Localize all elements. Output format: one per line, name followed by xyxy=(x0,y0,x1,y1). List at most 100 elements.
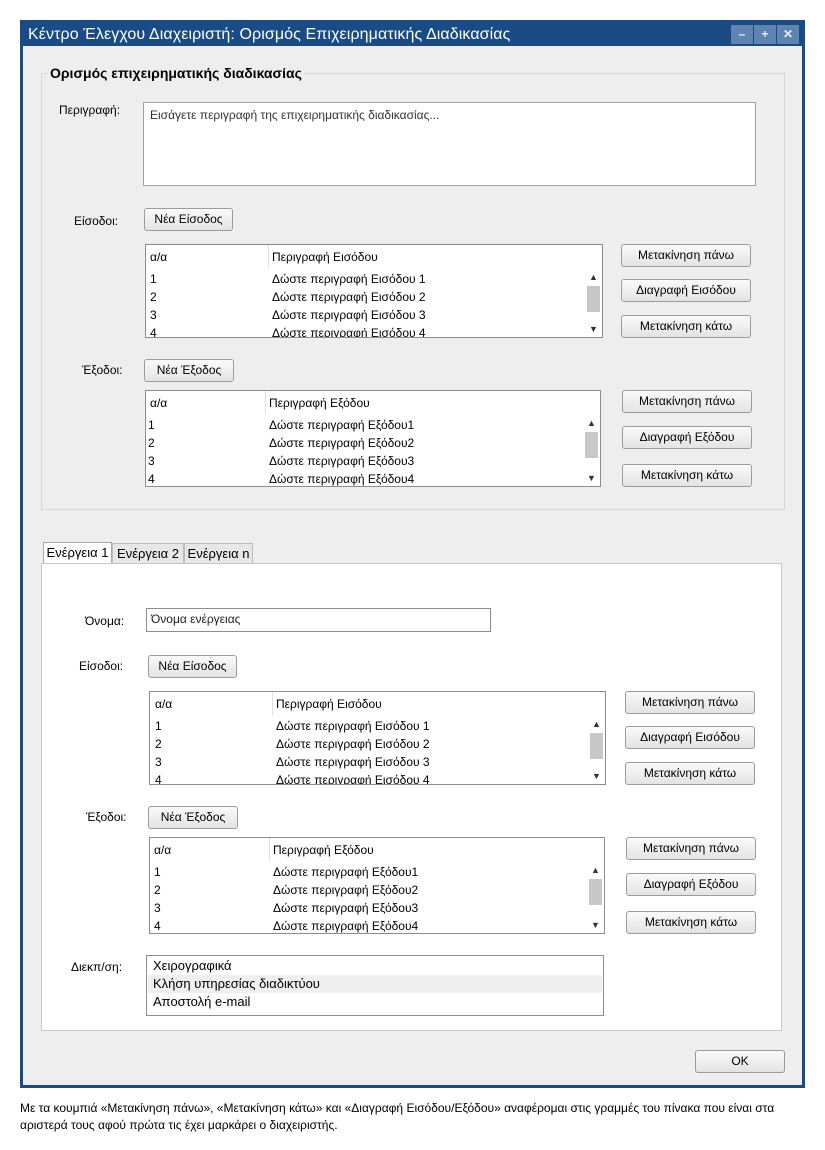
list-item[interactable]: Χειρογραφικά xyxy=(148,957,602,975)
row-index: 3 xyxy=(154,901,161,915)
process-output-move-up-button[interactable]: Μετακίνηση πάνω xyxy=(622,390,752,413)
action-input-delete-button[interactable]: Διαγραφή Εισόδου xyxy=(625,726,755,749)
table-row[interactable]: 3 Δώστε περιγραφή Εξόδου3 xyxy=(146,452,584,470)
process-outputs-label: Έξοδοι: xyxy=(82,363,123,377)
scroll-down-icon[interactable]: ▼ xyxy=(588,919,603,931)
vertical-scrollbar[interactable]: ▲ ▼ xyxy=(588,863,603,932)
table-row[interactable]: 3 Δώστε περιγραφή Εισόδου 3 xyxy=(150,753,589,771)
row-index: 4 xyxy=(150,326,157,338)
interface-listbox[interactable]: Χειρογραφικά Κλήση υπηρεσίας διαδικτύου … xyxy=(146,955,604,1016)
group-title: Ορισμός επιχειρηματικής διαδικασίας xyxy=(48,65,304,81)
row-description: Δώστε περιγραφή Εισόδου 4 xyxy=(272,326,426,338)
title-bar[interactable]: Κέντρο Έλεγχου Διαχειριστή: Ορισμός Επιχ… xyxy=(23,23,802,46)
process-new-input-button[interactable]: Νέα Είσοδος xyxy=(144,208,233,231)
column-divider xyxy=(272,692,273,715)
action-new-output-button[interactable]: Νέα Έξοδος xyxy=(148,806,238,829)
column-divider xyxy=(265,391,266,414)
action-input-move-down-button[interactable]: Μετακίνηση κάτω xyxy=(625,762,755,785)
table-header: α/α Περιγραφή Εισόδου xyxy=(146,245,602,269)
process-output-move-down-button[interactable]: Μετακίνηση κάτω xyxy=(622,464,752,487)
row-index: 1 xyxy=(148,418,155,432)
row-index: 1 xyxy=(154,865,161,879)
table-row[interactable]: 1 Δώστε περιγραφή Εισόδου 1 xyxy=(146,270,586,288)
column-header: α/α xyxy=(155,697,173,711)
process-new-output-button[interactable]: Νέα Έξοδος xyxy=(144,359,234,382)
action-output-move-up-button[interactable]: Μετακίνηση πάνω xyxy=(626,837,756,860)
scroll-down-icon[interactable]: ▼ xyxy=(586,323,601,335)
scroll-down-icon[interactable]: ▼ xyxy=(584,472,599,484)
list-item[interactable]: Αποστολή e-mail xyxy=(148,993,602,1011)
vertical-scrollbar[interactable]: ▲ ▼ xyxy=(584,416,599,485)
list-item-selected[interactable]: Κλήση υπηρεσίας διαδικτύου xyxy=(148,975,602,993)
process-inputs-table[interactable]: α/α Περιγραφή Εισόδου 1 Δώστε περιγραφή … xyxy=(145,244,603,338)
table-row[interactable]: 2 Δώστε περιγραφή Εισόδου 2 xyxy=(146,288,586,306)
row-description: Δώστε περιγραφή Εξόδου1 xyxy=(269,418,415,432)
process-input-move-up-button[interactable]: Μετακίνηση πάνω xyxy=(621,244,751,267)
description-label: Περιγραφή: xyxy=(59,103,121,117)
column-header: α/α xyxy=(150,250,168,264)
column-header: Περιγραφή Εισόδου xyxy=(272,250,378,264)
row-index: 1 xyxy=(150,272,157,286)
table-row[interactable]: 1 Δώστε περιγραφή Εξόδου1 xyxy=(150,863,588,881)
column-header: Περιγραφή Εισόδου xyxy=(276,697,382,711)
row-index: 3 xyxy=(148,454,155,468)
column-header: α/α xyxy=(154,843,172,857)
table-row[interactable]: 4 Δώστε περιγραφή Εισόδου 4 xyxy=(150,771,589,784)
minimize-icon[interactable]: – xyxy=(731,25,753,44)
action-outputs-table[interactable]: α/α Περιγραφή Εξόδου 1 Δώστε περιγραφή Ε… xyxy=(149,837,605,934)
tab-action-n[interactable]: Ενέργεια n xyxy=(184,543,253,563)
vertical-scrollbar[interactable]: ▲ ▼ xyxy=(589,717,604,783)
table-row[interactable]: 3 Δώστε περιγραφή Εξόδου3 xyxy=(150,899,588,917)
ok-button[interactable]: OK xyxy=(695,1050,785,1073)
process-input-delete-button[interactable]: Διαγραφή Εισόδου xyxy=(621,279,751,302)
column-header: α/α xyxy=(150,396,168,410)
window-title: Κέντρο Έλεγχου Διαχειριστή: Ορισμός Επιχ… xyxy=(28,26,511,43)
action-output-move-down-button[interactable]: Μετακίνηση κάτω xyxy=(626,911,756,934)
action-inputs-table[interactable]: α/α Περιγραφή Εισόδου 1 Δώστε περιγραφή … xyxy=(149,691,606,785)
row-description: Δώστε περιγραφή Εξόδου2 xyxy=(273,883,419,897)
scroll-up-icon[interactable]: ▲ xyxy=(589,718,604,730)
table-row[interactable]: 4 Δώστε περιγραφή Εξόδου4 xyxy=(150,917,588,933)
row-description: Δώστε περιγραφή Εξόδου3 xyxy=(269,454,415,468)
table-row[interactable]: 4 Δώστε περιγραφή Εισόδου 4 xyxy=(146,324,586,338)
scroll-thumb[interactable] xyxy=(590,733,603,759)
row-description: Δώστε περιγραφή Εξόδου2 xyxy=(269,436,415,450)
row-description: Δώστε περιγραφή Εξόδου1 xyxy=(273,865,419,879)
table-row[interactable]: 2 Δώστε περιγραφή Εξόδου2 xyxy=(146,434,584,452)
description-textarea[interactable]: Εισάγετε περιγραφή της επιχειρηματικής δ… xyxy=(143,102,756,186)
process-outputs-table[interactable]: α/α Περιγραφή Εξόδου 1 Δώστε περιγραφή Ε… xyxy=(145,390,601,487)
scroll-up-icon[interactable]: ▲ xyxy=(584,417,599,429)
scroll-thumb[interactable] xyxy=(585,432,598,458)
process-input-move-down-button[interactable]: Μετακίνηση κάτω xyxy=(621,315,751,338)
action-new-input-button[interactable]: Νέα Είσοδος xyxy=(148,655,237,678)
close-icon[interactable]: ✕ xyxy=(777,25,799,44)
action-name-input[interactable]: Όνομα ενέργειας xyxy=(146,608,491,632)
scroll-up-icon[interactable]: ▲ xyxy=(586,271,601,283)
row-description: Δώστε περιγραφή Εισόδου 3 xyxy=(276,755,430,769)
row-index: 1 xyxy=(155,719,162,733)
tab-action-1[interactable]: Ενέργεια 1 xyxy=(43,542,112,563)
row-description: Δώστε περιγραφή Εισόδου 1 xyxy=(272,272,426,286)
scroll-up-icon[interactable]: ▲ xyxy=(588,864,603,876)
scroll-down-icon[interactable]: ▼ xyxy=(589,770,604,782)
action-input-move-up-button[interactable]: Μετακίνηση πάνω xyxy=(625,691,755,714)
table-row[interactable]: 1 Δώστε περιγραφή Εισόδου 1 xyxy=(150,717,589,735)
table-row[interactable]: 1 Δώστε περιγραφή Εξόδου1 xyxy=(146,416,584,434)
vertical-scrollbar[interactable]: ▲ ▼ xyxy=(586,270,601,336)
row-index: 3 xyxy=(150,308,157,322)
column-header: Περιγραφή Εξόδου xyxy=(273,843,374,857)
table-row[interactable]: 2 Δώστε περιγραφή Εισόδου 2 xyxy=(150,735,589,753)
maximize-icon[interactable]: + xyxy=(754,25,776,44)
scroll-thumb[interactable] xyxy=(587,286,600,312)
table-header: α/α Περιγραφή Εξόδου xyxy=(146,391,600,415)
row-index: 2 xyxy=(155,737,162,751)
table-row[interactable]: 4 Δώστε περιγραφή Εξόδου4 xyxy=(146,470,584,486)
action-output-delete-button[interactable]: Διαγραφή Εξόδου xyxy=(626,873,756,896)
table-row[interactable]: 3 Δώστε περιγραφή Εισόδου 3 xyxy=(146,306,586,324)
scroll-thumb[interactable] xyxy=(589,879,602,905)
column-header: Περιγραφή Εξόδου xyxy=(269,396,370,410)
row-index: 2 xyxy=(150,290,157,304)
tab-action-2[interactable]: Ενέργεια 2 xyxy=(112,543,184,563)
table-row[interactable]: 2 Δώστε περιγραφή Εξόδου2 xyxy=(150,881,588,899)
process-output-delete-button[interactable]: Διαγραφή Εξόδου xyxy=(622,426,752,449)
